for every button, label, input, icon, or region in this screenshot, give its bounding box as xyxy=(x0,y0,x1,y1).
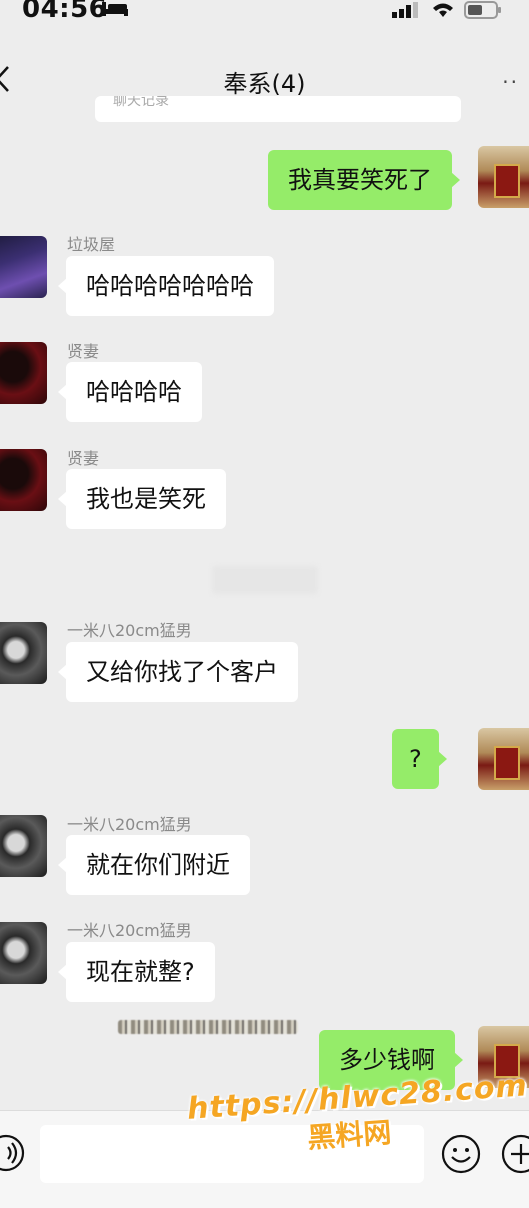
signal-icon xyxy=(392,2,418,18)
sender-name: 垃圾屋 xyxy=(67,235,116,254)
message-bubble[interactable]: 就在你们附近 xyxy=(58,835,250,895)
sender-name: 一米八20cm猛男 xyxy=(67,921,192,940)
message-bubble[interactable]: 哈哈哈哈哈哈哈 xyxy=(58,256,274,316)
status-time: 04:56 xyxy=(22,0,108,24)
avatar[interactable] xyxy=(0,342,47,404)
sender-name: 贤妻 xyxy=(67,449,100,468)
blurred-timestamp xyxy=(118,1020,298,1034)
message-bubble[interactable]: 我真要笑死了 xyxy=(268,150,460,210)
avatar[interactable] xyxy=(0,622,47,684)
message-bubble[interactable]: ? xyxy=(392,729,447,789)
bed-icon xyxy=(102,2,128,16)
chat-history-label: 聊天记录 xyxy=(113,96,169,109)
avatar[interactable] xyxy=(0,236,47,298)
wifi-icon xyxy=(433,3,453,17)
avatar[interactable] xyxy=(478,728,529,790)
blurred-timestamp xyxy=(212,566,318,594)
voice-icon[interactable] xyxy=(0,1133,26,1173)
message-bubble[interactable]: 又给你找了个客户 xyxy=(58,642,298,702)
sender-name: 贤妻 xyxy=(67,342,100,361)
battery-icon xyxy=(464,1,501,19)
more-icon[interactable]: ·· xyxy=(502,70,519,94)
avatar[interactable] xyxy=(0,815,47,877)
message-bubble[interactable]: 我也是笑死 xyxy=(58,469,226,529)
avatar[interactable] xyxy=(0,922,47,984)
avatar[interactable] xyxy=(0,449,47,511)
message-bubble[interactable]: 现在就整? xyxy=(58,942,215,1002)
sender-name: 一米八20cm猛男 xyxy=(67,815,192,834)
chat-title: 奉系(4) xyxy=(223,70,306,98)
status-bar: 04:56 xyxy=(0,0,529,26)
message-bubble[interactable]: 哈哈哈哈 xyxy=(58,362,202,422)
sender-name: 一米八20cm猛男 xyxy=(67,621,192,640)
avatar[interactable] xyxy=(478,146,529,208)
chat-history-card[interactable]: 聊天记录 xyxy=(95,96,461,122)
